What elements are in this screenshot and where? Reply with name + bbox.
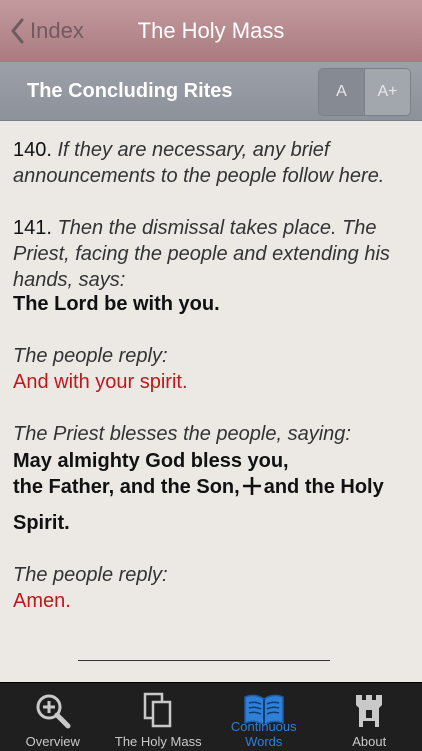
back-button-label: Index — [30, 18, 84, 44]
divider — [78, 660, 330, 661]
cross-icon — [242, 476, 262, 496]
page-title: The Holy Mass — [120, 0, 302, 62]
chevron-left-icon — [10, 18, 24, 44]
tab-label: The Holy Mass — [106, 734, 212, 749]
rubric-text: The people reply: — [13, 343, 168, 369]
tab-overview[interactable]: Overview — [0, 683, 106, 751]
people-response: And with your spirit. — [13, 369, 188, 395]
paragraph-number: 140. — [13, 139, 52, 161]
tab-label: Overview — [0, 734, 106, 749]
castle-icon — [352, 691, 386, 731]
section-header: The Concluding Rites A A+ — [0, 62, 422, 121]
rubric-text: If they are necessary, any brief announc… — [13, 139, 384, 187]
blessing-text-part: and the Holy — [264, 476, 384, 498]
rubric-text: The Priest blesses the people, saying: — [13, 421, 351, 447]
rubric-text: Then the dismissal takes place. The Prie… — [13, 217, 390, 291]
tab-label: About — [317, 734, 422, 749]
pages-icon — [142, 691, 174, 729]
tab-the-holy-mass[interactable]: The Holy Mass — [106, 683, 212, 751]
people-response: Amen. — [13, 588, 71, 614]
font-size-small-button[interactable]: A — [319, 69, 364, 115]
paragraph-140: 140. If they are necessary, any brief an… — [13, 137, 409, 189]
blessing-text: Spirit. — [13, 510, 70, 536]
tab-about[interactable]: About — [317, 683, 422, 751]
font-size-control: A A+ — [318, 68, 411, 116]
blessing-text: the Father, and the Son, and the Holy — [13, 474, 384, 500]
back-button[interactable]: Index — [10, 14, 84, 48]
tab-continuous-words[interactable]: Continuous Words — [211, 683, 317, 751]
magnifier-plus-icon — [33, 691, 73, 731]
rubric-text: The people reply: — [13, 562, 168, 588]
paragraph-141: 141. Then the dismissal takes place. The… — [13, 215, 409, 293]
blessing-text-part: the Father, and the Son, — [13, 476, 240, 498]
navigation-bar: Index The Holy Mass — [0, 0, 422, 63]
font-size-large-button[interactable]: A+ — [364, 69, 410, 115]
section-title: The Concluding Rites — [27, 62, 233, 120]
paragraph-number: 141. — [13, 217, 52, 239]
priest-text: The Lord be with you. — [13, 291, 220, 317]
tab-label: Continuous Words — [211, 719, 317, 749]
blessing-text: May almighty God bless you, — [13, 448, 289, 474]
tab-bar: Overview The Holy Mass Continuous Words … — [0, 682, 422, 751]
